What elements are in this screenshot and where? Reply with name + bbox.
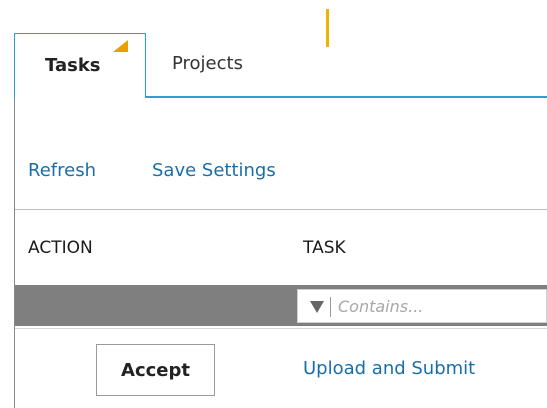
column-header-task[interactable]: TASK: [303, 238, 346, 258]
funnel-icon[interactable]: [310, 301, 324, 313]
tab-projects-label: Projects: [172, 53, 243, 74]
tab-tasks-label: Tasks: [45, 55, 101, 76]
filter-separator: [330, 297, 331, 317]
column-header-action[interactable]: ACTION: [28, 238, 93, 258]
grid-header-divider: [15, 209, 547, 210]
triangle-marker-icon: [113, 40, 128, 52]
task-filter-box: [297, 289, 547, 323]
refresh-link[interactable]: Refresh: [28, 160, 96, 181]
task-filter-input[interactable]: [338, 294, 538, 318]
accept-button[interactable]: Accept: [96, 344, 215, 396]
tab-projects[interactable]: Projects: [146, 33, 296, 95]
save-settings-link[interactable]: Save Settings: [152, 160, 276, 181]
row-divider: [15, 328, 547, 329]
task-link[interactable]: Upload and Submit: [303, 358, 475, 379]
tab-strip-underline: [145, 96, 547, 98]
marker-indicator: [326, 9, 329, 47]
